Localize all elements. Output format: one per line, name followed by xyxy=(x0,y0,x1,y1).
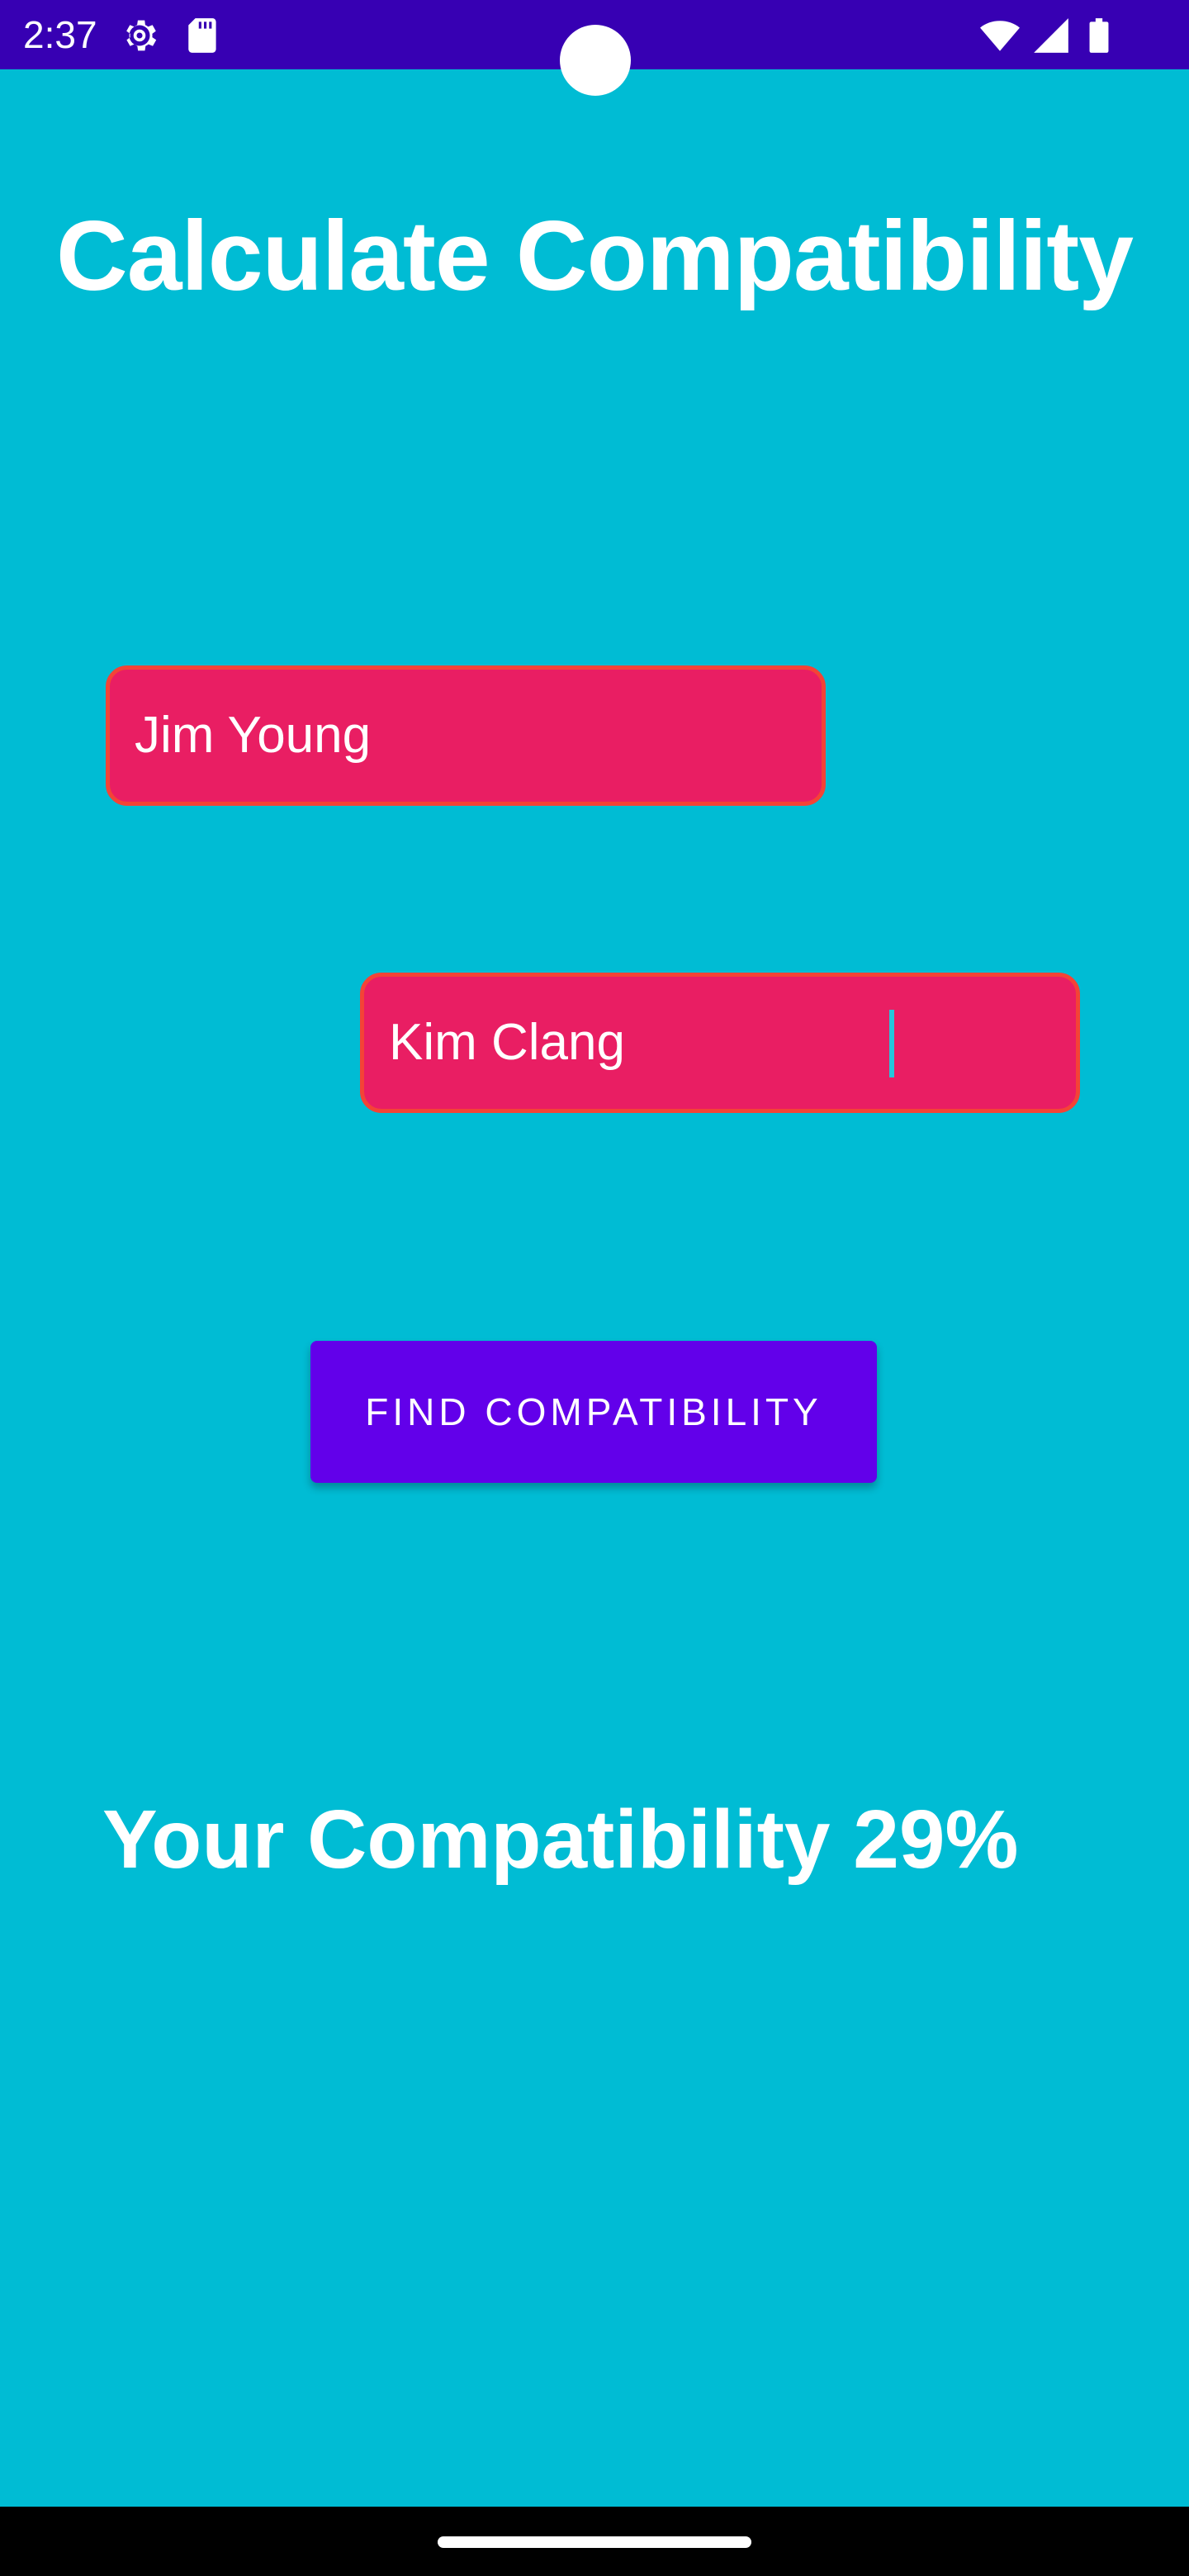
text-cursor xyxy=(889,1010,894,1077)
app-screen: 2:37 Calculate Compatibility Jim Young K… xyxy=(0,0,1189,2576)
second-name-value-after-cursor: lang xyxy=(528,1014,625,1071)
find-compatibility-button[interactable]: FIND COMPATIBILITY xyxy=(310,1341,877,1483)
sd-card-icon xyxy=(188,18,216,53)
home-gesture-handle[interactable] xyxy=(438,2536,751,2548)
first-name-input[interactable]: Jim Young xyxy=(106,665,826,806)
wifi-icon xyxy=(980,21,1020,51)
page-title: Calculate Compatibility xyxy=(56,201,1134,311)
camera-cutout xyxy=(560,25,631,96)
first-name-value: Jim Young xyxy=(135,707,372,764)
signal-icon xyxy=(1034,18,1068,53)
compatibility-result: Your Compatibility 29% xyxy=(102,1793,1019,1886)
status-time: 2:37 xyxy=(23,13,97,56)
settings-icon xyxy=(126,20,157,51)
second-name-value-before-cursor: Kim C xyxy=(389,1014,528,1071)
battery-icon xyxy=(1089,18,1109,53)
navigation-bar xyxy=(0,2507,1189,2576)
second-name-input[interactable]: Kim Clang xyxy=(360,973,1080,1113)
